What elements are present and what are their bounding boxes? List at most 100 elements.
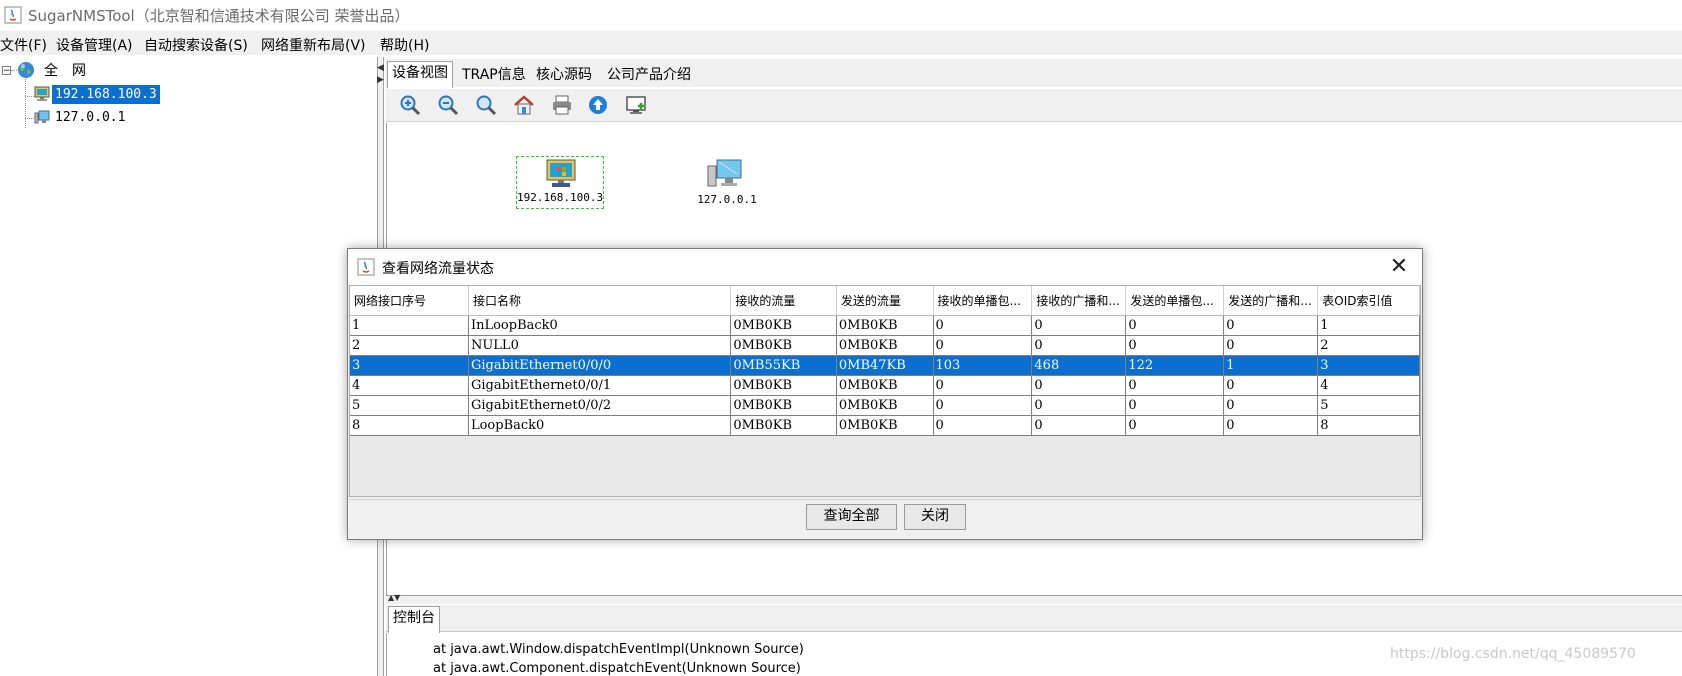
tab-console[interactable]: 控制台 — [388, 606, 440, 633]
table-row[interactable]: 5 GigabitEthernet0/0/2 0MB0KB 0MB0KB 0 0 0 0 5 — [350, 395, 1420, 416]
column-header[interactable]: 发送的广播和... — [1223, 286, 1319, 316]
dialog-titlebar[interactable]: 查看网络流量状态 ✕ — [348, 249, 1422, 285]
traffic-status-dialog: 查看网络流量状态 ✕ 网络接口序号 接口名称 接收的流量 发送的流量 接收的单播… — [347, 248, 1423, 540]
table-row[interactable]: 8 LoopBack0 0MB0KB 0MB0KB 0 0 0 0 8 — [350, 415, 1420, 436]
table-cell: 103 — [933, 355, 1033, 376]
dialog-title: 查看网络流量状态 — [382, 261, 494, 277]
topology-toolbar — [386, 89, 1682, 122]
table-cell: GigabitEthernet0/0/0 — [468, 355, 732, 376]
zoom-out-icon[interactable] — [436, 93, 462, 119]
table-cell: 0MB0KB — [836, 335, 934, 356]
collapse-arrows-icon[interactable]: ▲▼ — [388, 593, 400, 602]
close-button[interactable]: 关闭 — [904, 504, 966, 530]
column-header[interactable]: 接口名称 — [468, 286, 732, 316]
upload-icon[interactable] — [586, 93, 612, 119]
table-header-row: 网络接口序号 接口名称 接收的流量 发送的流量 接收的单播包... 接收的广播和… — [350, 286, 1420, 316]
table-row[interactable]: 1 InLoopBack0 0MB0KB 0MB0KB 0 0 0 0 1 — [350, 315, 1420, 336]
console-split-divider[interactable]: ▲▼ — [386, 593, 1682, 604]
zoom-fit-icon[interactable] — [474, 93, 500, 119]
table-row[interactable]: 2 NULL0 0MB0KB 0MB0KB 0 0 0 0 2 — [350, 335, 1420, 356]
main-tab-strip: 设备视图 TRAP信息 核心源码 公司产品介绍 — [385, 59, 1682, 88]
table-cell: 0 — [1223, 375, 1319, 396]
java-app-icon — [357, 258, 375, 276]
table-cell: 0 — [933, 415, 1033, 436]
table-cell: 0MB0KB — [730, 315, 837, 336]
collapse-toggle-icon[interactable]: − — [2, 66, 11, 76]
table-cell: 0MB55KB — [730, 355, 837, 376]
tree-node-label: 192.168.100.3 — [55, 87, 157, 102]
table-cell: 0 — [1125, 415, 1225, 436]
traffic-table-grid: 网络接口序号 接口名称 接收的流量 发送的流量 接收的单播包... 接收的广播和… — [350, 286, 1420, 436]
table-cell: 5 — [350, 395, 469, 416]
column-header[interactable]: 表OID索引值 — [1317, 286, 1420, 316]
menu-bar: 文件(F) 设备管理(A) 自动搜索设备(S) 网络重新布局(V) 帮助(H) — [0, 31, 1682, 55]
watermark-text: https://blog.csdn.net/qq_45089570 — [1390, 646, 1636, 662]
network-tree: − 全 网 192.168.100.3 127.0.0.1 — [0, 57, 377, 676]
table-cell: 0 — [1031, 335, 1127, 356]
traffic-table[interactable]: 网络接口序号 接口名称 接收的流量 发送的流量 接收的单播包... 接收的广播和… — [349, 285, 1421, 497]
tree-node-selected[interactable]: 192.168.100.3 — [52, 85, 160, 104]
table-cell: 0MB0KB — [730, 395, 837, 416]
console-line: at java.awt.Component.dispatchEvent(Unkn… — [433, 661, 801, 676]
close-icon[interactable]: ✕ — [1386, 255, 1412, 279]
column-header[interactable]: 发送的单播包... — [1125, 286, 1225, 316]
tab-company-products[interactable]: 公司产品介绍 — [602, 63, 696, 88]
table-cell: 3 — [350, 355, 469, 376]
menu-file[interactable]: 文件(F) — [0, 35, 47, 55]
table-cell: 0 — [933, 375, 1033, 396]
table-cell: 0MB0KB — [730, 335, 837, 356]
collapse-right-icon[interactable]: ▶ — [377, 75, 384, 85]
console-line: at java.awt.Window.dispatchEventImpl(Unk… — [433, 642, 804, 657]
table-row[interactable]: 3 GigabitEthernet0/0/0 0MB55KB 0MB47KB 103 46… — [350, 355, 1420, 376]
table-cell: 0 — [1125, 315, 1225, 336]
table-cell: 0 — [1031, 375, 1127, 396]
server-monitor-icon — [707, 158, 743, 190]
table-cell: GigabitEthernet0/0/1 — [468, 375, 732, 396]
table-cell: 4 — [1317, 375, 1420, 396]
globe-icon — [17, 61, 35, 79]
table-cell: LoopBack0 — [468, 415, 732, 436]
table-cell: 2 — [1317, 335, 1420, 356]
table-cell: 0 — [1125, 375, 1225, 396]
device-node[interactable]: 127.0.0.1 — [685, 156, 769, 209]
tab-device-view[interactable]: 设备视图 — [387, 61, 453, 88]
table-cell: 1 — [1317, 315, 1420, 336]
tab-trap-info[interactable]: TRAP信息 — [457, 63, 531, 88]
console-tab-strip: 控制台 — [386, 605, 1682, 633]
table-cell: 0MB0KB — [836, 375, 934, 396]
table-row[interactable]: 4 GigabitEthernet0/0/1 0MB0KB 0MB0KB 0 0 0 0 4 — [350, 375, 1420, 396]
menu-help[interactable]: 帮助(H) — [380, 35, 429, 55]
table-cell: 8 — [350, 415, 469, 436]
table-cell: 1 — [1223, 355, 1319, 376]
table-cell: 4 — [350, 375, 469, 396]
column-header[interactable]: 发送的流量 — [836, 286, 934, 316]
column-header[interactable]: 接收的广播和... — [1031, 286, 1127, 316]
table-cell: 0 — [1125, 395, 1225, 416]
table-cell: 122 — [1125, 355, 1225, 376]
table-cell: 0 — [1031, 315, 1127, 336]
table-cell: 0MB0KB — [836, 415, 934, 436]
menu-auto-search-devices[interactable]: 自动搜索设备(S) — [144, 35, 248, 55]
print-icon[interactable] — [550, 93, 576, 119]
tab-core-source[interactable]: 核心源码 — [531, 63, 597, 88]
table-cell: 0 — [1031, 395, 1127, 416]
table-cell: NULL0 — [468, 335, 732, 356]
table-cell: 0 — [933, 395, 1033, 416]
tree-node-label[interactable]: 127.0.0.1 — [55, 108, 125, 127]
column-header[interactable]: 网络接口序号 — [350, 286, 469, 316]
device-node-selected[interactable]: 192.168.100.3 — [516, 156, 604, 209]
table-cell: 0 — [1223, 415, 1319, 436]
query-all-button[interactable]: 查询全部 — [806, 504, 897, 530]
collapse-left-icon[interactable]: ◀ — [377, 63, 384, 73]
column-header[interactable]: 接收的流量 — [730, 286, 837, 316]
menu-device-management[interactable]: 设备管理(A) — [56, 35, 133, 55]
zoom-in-icon[interactable] — [398, 93, 424, 119]
home-icon[interactable] — [512, 93, 538, 119]
column-header[interactable]: 接收的单播包... — [933, 286, 1033, 316]
monitor-add-icon[interactable] — [624, 93, 650, 119]
tree-root-label[interactable]: 全 网 — [44, 60, 86, 80]
table-cell: 0 — [1223, 315, 1319, 336]
menu-network-relayout[interactable]: 网络重新布局(V) — [261, 35, 366, 55]
table-cell: 1 — [350, 315, 469, 336]
table-cell: 0 — [1125, 335, 1225, 356]
